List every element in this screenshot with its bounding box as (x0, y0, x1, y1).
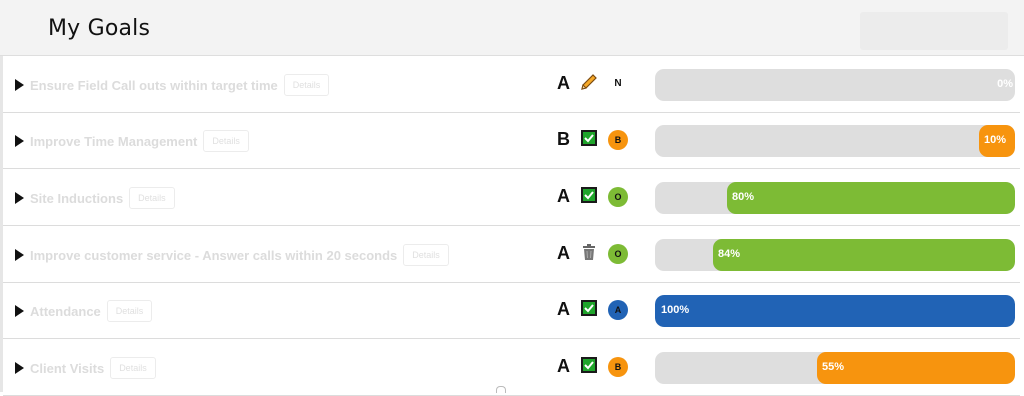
progress-fill (713, 239, 1015, 271)
goal-grade: B (557, 129, 570, 149)
header-action-button[interactable] (860, 12, 1008, 50)
expand-arrow-icon[interactable] (15, 362, 24, 374)
goal-name[interactable]: Improve customer service - Answer calls … (30, 244, 449, 266)
expand-arrow-icon[interactable] (15, 305, 24, 317)
progress-bar: 84% (655, 239, 1015, 271)
expand-arrow-icon[interactable] (15, 192, 24, 204)
goal-row[interactable]: Ensure Field Call outs within target tim… (3, 57, 1020, 113)
goal-details-tag[interactable]: Details (283, 74, 330, 96)
progress-bar: 55% (655, 352, 1015, 384)
progress-fill (727, 182, 1015, 214)
goal-grade: A (557, 73, 570, 93)
goal-name-text: Ensure Field Call outs within target tim… (30, 77, 278, 93)
progress-bar: 0% (655, 69, 1015, 101)
goal-name-text: Client Visits (30, 360, 105, 376)
goal-row[interactable]: Improve Time Management Details B B 10% (3, 113, 1020, 169)
goal-details-tag[interactable]: Details (203, 130, 249, 152)
goal-name-text: Improve customer service - Answer calls … (30, 247, 398, 263)
check-icon[interactable] (579, 185, 599, 205)
goal-row[interactable]: Client Visits Details A B 55% (3, 340, 1020, 396)
goal-name[interactable]: Client Visits Details (30, 357, 156, 379)
progress-label: 55% (822, 361, 845, 373)
progress-fill (655, 295, 1015, 327)
check-icon[interactable] (579, 355, 599, 375)
status-badge: B (608, 130, 628, 150)
expand-arrow-icon[interactable] (15, 249, 24, 261)
goal-grade: A (557, 299, 570, 319)
check-icon[interactable] (579, 128, 599, 148)
progress-label: 84% (718, 248, 741, 260)
goal-row[interactable]: Attendance Details A A 100% (3, 283, 1020, 339)
goal-name-text: Improve Time Management (30, 133, 198, 149)
progress-label: 80% (732, 191, 755, 203)
goal-name[interactable]: Improve Time Management Details (30, 130, 249, 152)
progress-label: 10% (984, 134, 1007, 146)
progress-fill (817, 352, 1015, 384)
pencil-icon[interactable] (579, 72, 599, 92)
goal-name[interactable]: Site Inductions Details (30, 187, 175, 209)
goal-grade: A (557, 356, 570, 376)
expand-arrow-icon[interactable] (15, 135, 24, 147)
status-badge: O (608, 187, 628, 207)
status-badge: A (608, 300, 628, 320)
status-badge: O (608, 244, 628, 264)
expand-arrow-icon[interactable] (15, 79, 24, 91)
check-icon[interactable] (579, 298, 599, 318)
progress-bar: 80% (655, 182, 1015, 214)
progress-label: 0% (997, 78, 1013, 90)
checkbox-shape (581, 130, 597, 146)
goal-name[interactable]: Attendance Details (30, 300, 153, 322)
goal-grade: A (557, 243, 570, 263)
goal-details-tag[interactable]: Details (403, 244, 449, 266)
goal-details-tag[interactable]: Details (106, 300, 153, 322)
checkbox-shape (581, 187, 597, 203)
goal-grade: A (557, 186, 570, 206)
page-title: My Goals (48, 16, 151, 41)
goal-row[interactable]: Improve customer service - Answer calls … (3, 227, 1020, 283)
goal-name-text: Attendance (30, 303, 101, 319)
goal-details-tag[interactable]: Details (110, 357, 156, 379)
progress-bar: 100% (655, 295, 1015, 327)
page-header: My Goals (0, 0, 1024, 56)
progress-label: 100% (661, 304, 690, 316)
status-badge: B (608, 357, 628, 377)
goal-name-text: Site Inductions (30, 190, 124, 206)
goal-details-tag[interactable]: Details (129, 187, 175, 209)
checkbox-shape (581, 300, 597, 316)
progress-bar: 10% (655, 125, 1015, 157)
checkbox-shape (581, 357, 597, 373)
status-badge: N (614, 78, 622, 89)
goal-row[interactable]: Site Inductions Details A O 80% (3, 170, 1020, 226)
trash-icon[interactable] (579, 242, 599, 262)
goal-name[interactable]: Ensure Field Call outs within target tim… (30, 74, 330, 96)
